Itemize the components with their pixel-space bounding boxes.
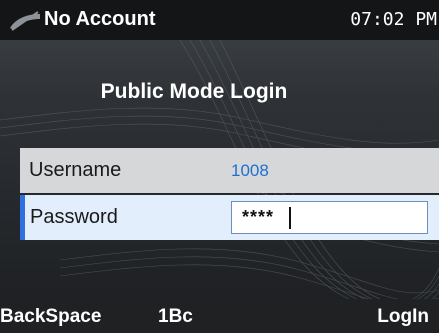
handset-icon [10,11,40,31]
phone-screen: No Account 07:02 PM Public Mode Login Us… [0,0,439,333]
username-value: 1008 [231,161,269,180]
username-row[interactable]: Username 1008 [20,148,439,193]
account-status: No Account [44,8,156,30]
clock-time: 07:02 PM [350,9,437,30]
username-label: Username [29,159,122,181]
backspace-softkey[interactable]: BackSpace [0,306,101,328]
input-mode-softkey[interactable]: 1Bc [158,306,193,328]
password-label: Password [30,206,118,228]
password-row[interactable]: Password **** [20,195,439,240]
login-softkey[interactable]: LogIn [377,306,429,328]
status-bar: No Account 07:02 PM [0,0,439,40]
softkey-bar: BackSpace 1Bc LogIn [0,299,439,333]
text-cursor [289,207,291,229]
password-value: **** [242,207,275,227]
page-title: Public Mode Login [100,80,288,103]
password-input[interactable]: **** [231,201,428,234]
